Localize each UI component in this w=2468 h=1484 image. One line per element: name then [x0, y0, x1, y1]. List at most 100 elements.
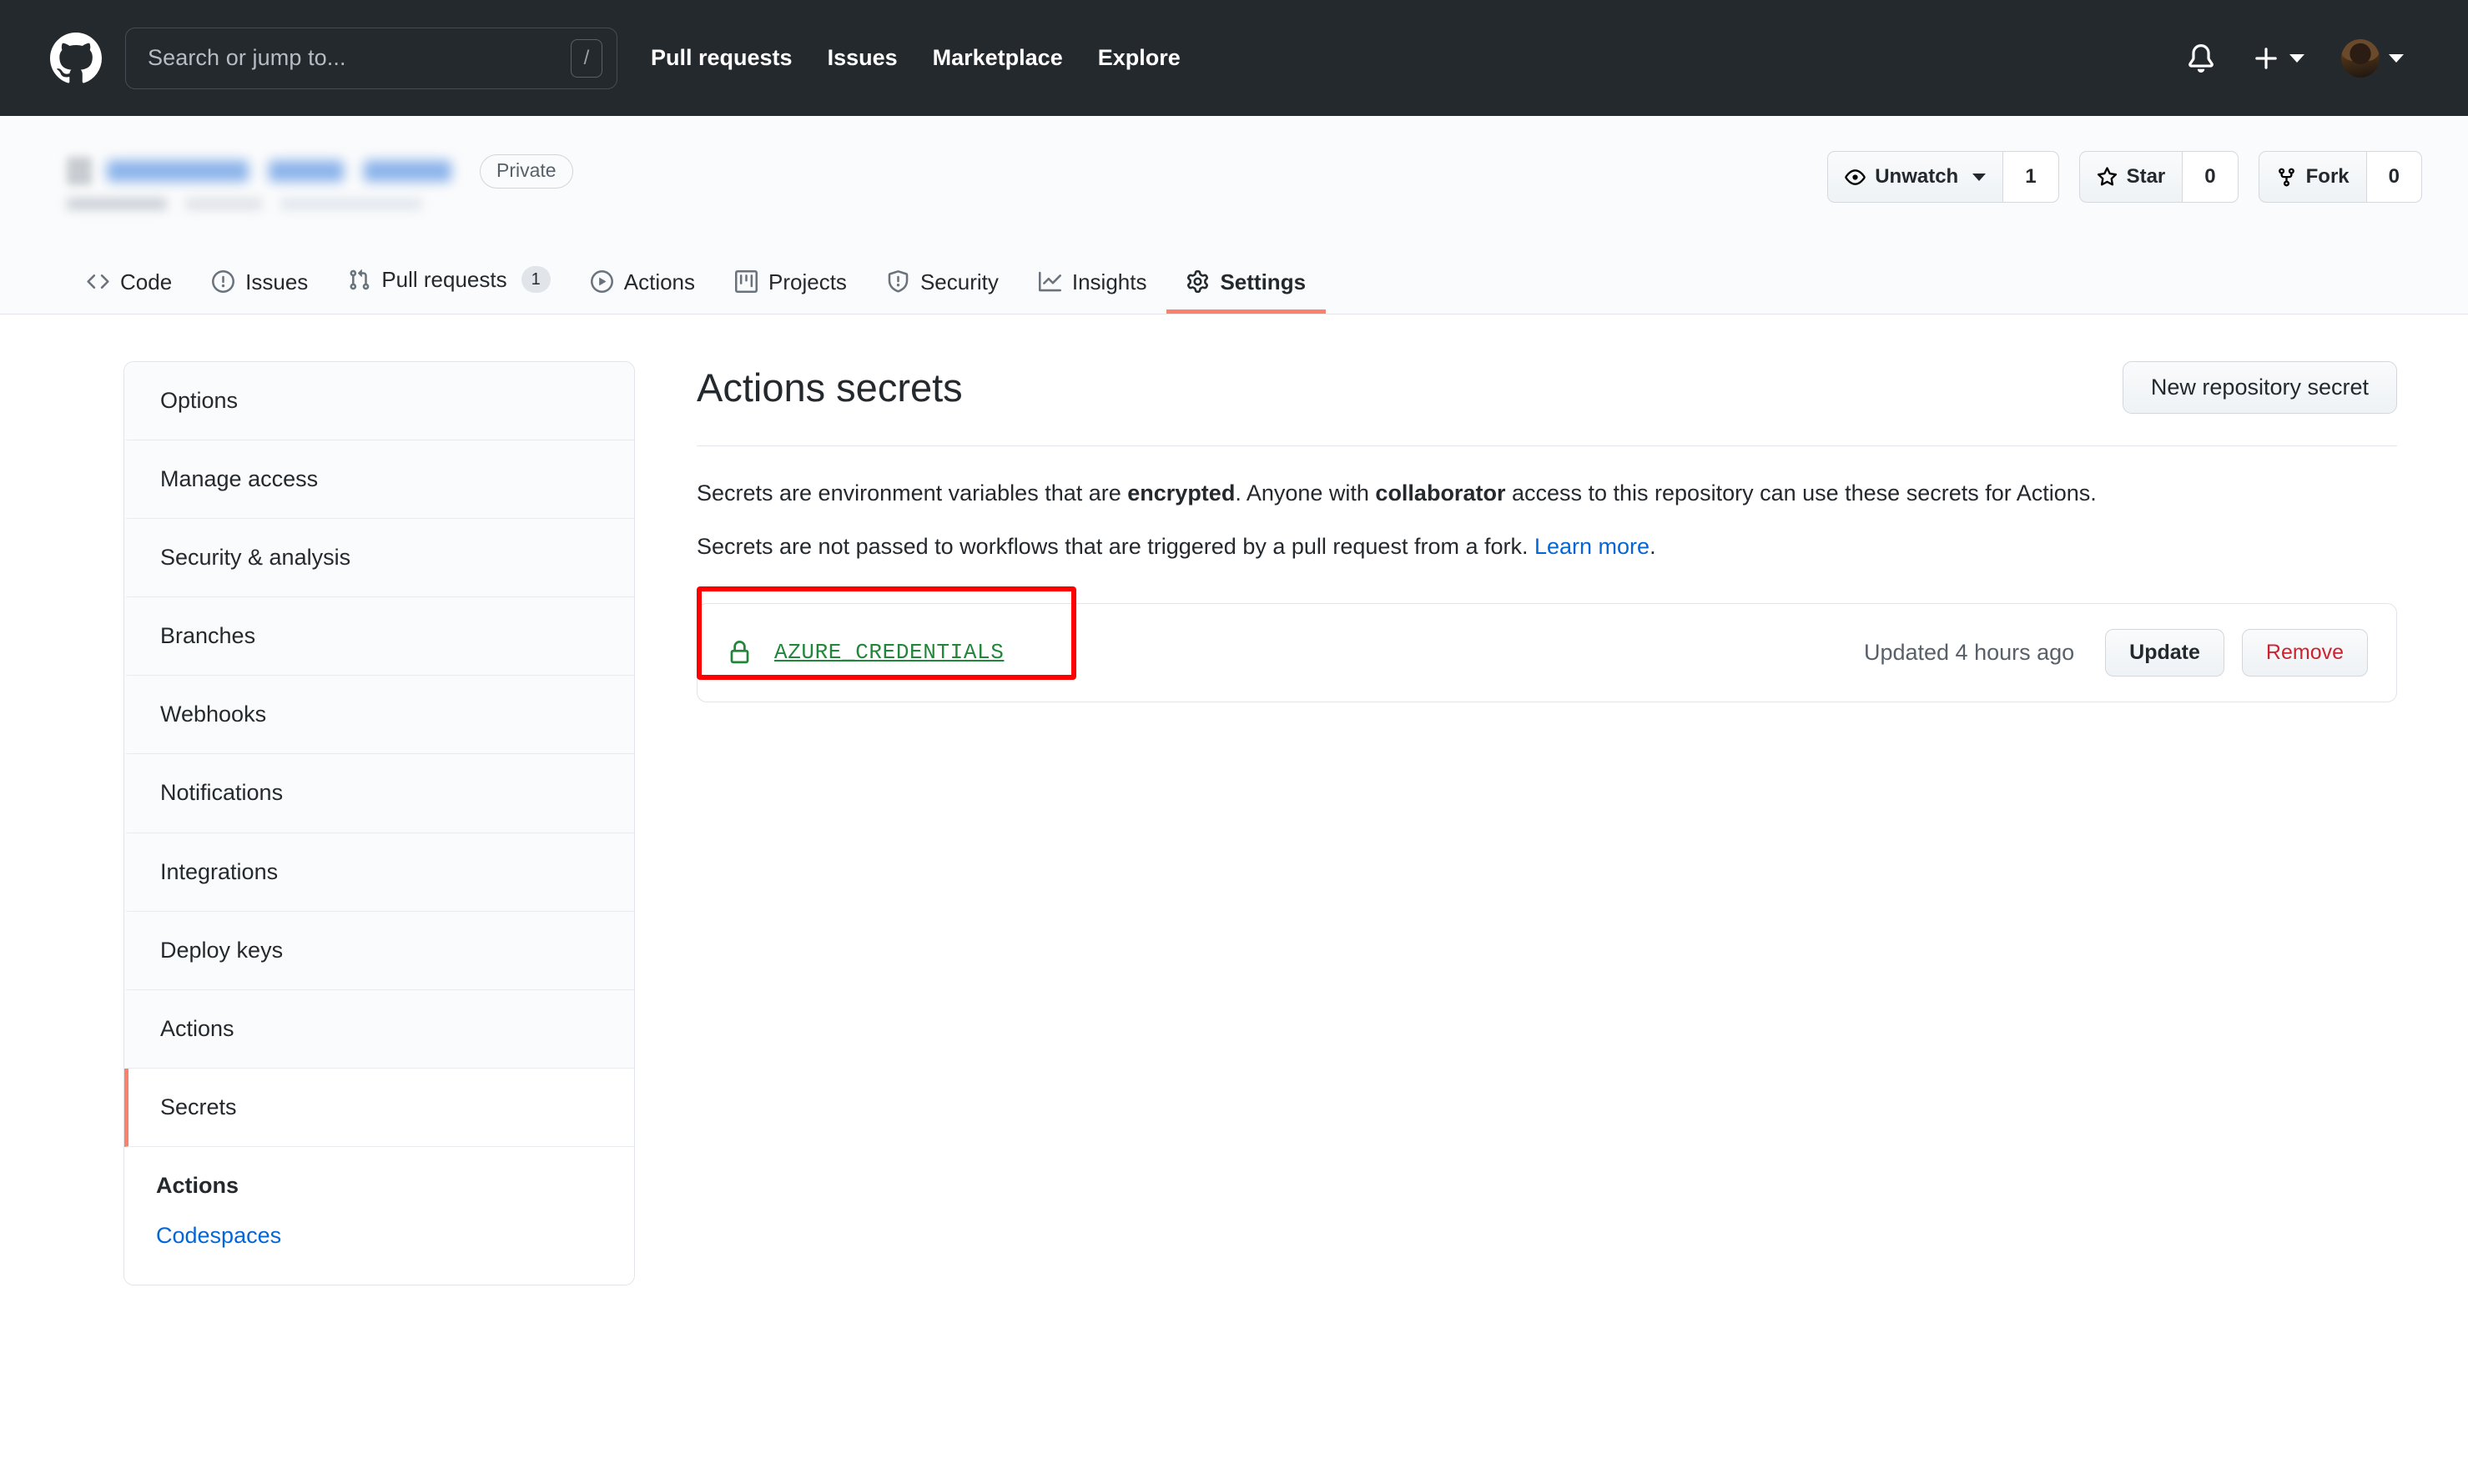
create-new-menu[interactable] — [2234, 44, 2323, 73]
secret-name-text: AZURE_CREDENTIALS — [774, 640, 1005, 666]
sidebar-item-branches[interactable]: Branches — [124, 597, 634, 677]
repo-description-blurred — [67, 198, 422, 210]
desc2-part2: . — [1650, 533, 1656, 559]
star-button-group: Star 0 — [2078, 151, 2239, 203]
tab-security[interactable]: Security — [867, 270, 1019, 314]
desc1-part3: access to this repository can use these … — [1505, 480, 2097, 506]
project-icon — [735, 270, 758, 293]
search-input[interactable] — [148, 45, 571, 71]
tab-code[interactable]: Code — [67, 270, 192, 314]
sidebar-item-manage-access[interactable]: Manage access — [124, 440, 634, 520]
page-title: Actions secrets — [697, 365, 963, 410]
table-row: AZURE_CREDENTIALS Updated 4 hours ago Up… — [697, 586, 2396, 702]
fork-count[interactable]: 0 — [2366, 151, 2422, 203]
new-repository-secret-button[interactable]: New repository secret — [2122, 361, 2397, 414]
star-count[interactable]: 0 — [2183, 151, 2239, 203]
code-icon — [87, 270, 109, 293]
nav-issues[interactable]: Issues — [810, 45, 915, 71]
sidebar-item-notifications[interactable]: Notifications — [124, 754, 634, 833]
main-header: Actions secrets New repository secret — [697, 361, 2397, 446]
repository-actions: Unwatch 1 Star 0 Fork 0 — [1827, 149, 2422, 203]
desc2-part1: Secrets are not passed to workflows that… — [697, 533, 1534, 559]
sidebar-item-options[interactable]: Options — [124, 362, 634, 441]
github-mark-icon[interactable] — [50, 32, 102, 84]
tab-settings-label: Settings — [1220, 269, 1307, 294]
avatar — [2341, 38, 2380, 78]
desc1-bold-encrypted: encrypted — [1127, 480, 1236, 506]
secret-row-actions: Updated 4 hours ago Update Remove — [1863, 628, 2368, 677]
sidebar-subsection-title: Actions — [156, 1172, 239, 1198]
secrets-description-2: Secrets are not passed to workflows that… — [697, 530, 2397, 565]
tab-projects-label: Projects — [768, 269, 847, 294]
learn-more-link[interactable]: Learn more — [1534, 534, 1650, 559]
star-icon — [2097, 166, 2118, 188]
tab-settings[interactable]: Settings — [1166, 269, 1327, 314]
chevron-down-icon — [2289, 53, 2304, 63]
fork-label: Fork — [2305, 165, 2350, 188]
sidebar-subsection: Actions Codespaces — [124, 1146, 634, 1285]
issue-opened-icon — [212, 270, 235, 293]
sidebar-item-codespaces[interactable]: Codespaces — [156, 1222, 281, 1249]
main-content: Actions secrets New repository secret Se… — [697, 361, 2397, 702]
unwatch-label: Unwatch — [1875, 165, 1959, 188]
nav-pull-requests[interactable]: Pull requests — [651, 45, 810, 71]
tab-projects[interactable]: Projects — [715, 270, 867, 314]
secret-name-link[interactable]: AZURE_CREDENTIALS — [728, 640, 1004, 665]
play-icon — [590, 270, 613, 293]
repository-name-redacted[interactable] — [67, 149, 451, 210]
header-right-actions — [2168, 38, 2422, 78]
lock-icon — [728, 640, 752, 665]
sidebar-item-secrets[interactable]: Secrets — [124, 1068, 634, 1147]
fork-button-group: Fork 0 — [2258, 151, 2422, 203]
global-header: / Pull requests Issues Marketplace Explo… — [0, 0, 2468, 116]
tab-code-label: Code — [120, 269, 173, 294]
desc1-bold-collaborator: collaborator — [1375, 480, 1506, 506]
plus-icon — [2252, 44, 2280, 73]
sidebar-item-security-analysis[interactable]: Security & analysis — [124, 519, 634, 598]
star-label: Star — [2126, 165, 2166, 188]
eye-icon — [1845, 167, 1866, 188]
user-menu[interactable] — [2323, 38, 2422, 78]
tab-pull-requests-label: Pull requests — [381, 267, 507, 292]
nav-marketplace[interactable]: Marketplace — [915, 45, 1080, 71]
graph-icon — [1038, 270, 1061, 293]
watch-count[interactable]: 1 — [2003, 151, 2059, 203]
repo-icon — [67, 157, 92, 185]
secret-updated-timestamp: Updated 4 hours ago — [1863, 639, 2075, 665]
page-body: Options Manage access Security & analysi… — [0, 314, 2468, 1285]
remove-secret-button[interactable]: Remove — [2241, 628, 2368, 677]
tab-actions-label: Actions — [623, 269, 696, 294]
status-badge: Private — [480, 153, 573, 189]
gear-icon — [1186, 270, 1209, 293]
update-secret-button[interactable]: Update — [2105, 628, 2224, 677]
desc1-part2: . Anyone with — [1235, 480, 1376, 506]
sidebar-item-integrations[interactable]: Integrations — [124, 833, 634, 912]
star-button[interactable]: Star — [2078, 151, 2183, 203]
tab-actions[interactable]: Actions — [571, 270, 715, 314]
annotation-highlight-box — [697, 586, 1076, 680]
bell-icon[interactable] — [2168, 43, 2234, 73]
fork-button[interactable]: Fork — [2258, 151, 2367, 203]
tab-insights[interactable]: Insights — [1019, 270, 1167, 314]
chevron-down-icon — [1972, 173, 1987, 181]
unwatch-button[interactable]: Unwatch — [1827, 151, 2004, 203]
tab-pull-requests[interactable]: Pull requests 1 — [328, 266, 570, 314]
sidebar-item-deploy-keys[interactable]: Deploy keys — [124, 911, 634, 990]
tab-issues[interactable]: Issues — [192, 270, 328, 314]
tab-insights-label: Insights — [1071, 269, 1147, 294]
nav-explore[interactable]: Explore — [1080, 45, 1198, 71]
global-nav: Pull requests Issues Marketplace Explore — [651, 45, 1198, 71]
tab-issues-label: Issues — [245, 269, 309, 294]
secrets-description-1: Secrets are environment variables that a… — [697, 476, 2397, 511]
sidebar-item-webhooks[interactable]: Webhooks — [124, 676, 634, 755]
repo-forked-icon — [2276, 167, 2297, 188]
search-box[interactable]: / — [125, 27, 617, 89]
repository-title: Private — [67, 149, 573, 210]
sidebar-item-actions[interactable]: Actions — [124, 989, 634, 1069]
desc1-part1: Secrets are environment variables that a… — [697, 480, 1128, 506]
repo-name-blurred — [107, 160, 451, 182]
search-shortcut-key: / — [571, 38, 602, 78]
repository-tabs: Code Issues Pull requests 1 Actions Proj… — [0, 262, 1327, 314]
secrets-list-panel: AZURE_CREDENTIALS Updated 4 hours ago Up… — [697, 586, 2397, 702]
settings-sidebar: Options Manage access Security & analysi… — [123, 361, 635, 1285]
